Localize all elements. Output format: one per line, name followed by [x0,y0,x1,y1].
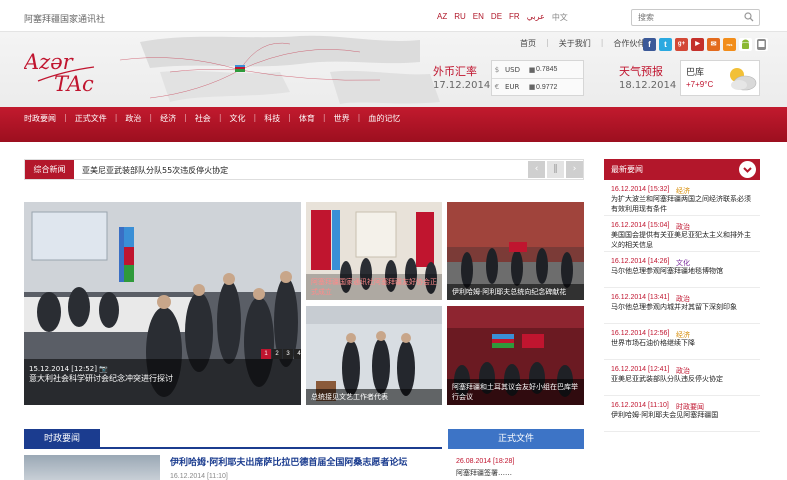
pager-2[interactable]: 2 [272,349,282,359]
nav-item-sports[interactable]: 体育 [299,113,315,124]
lang-zh[interactable]: 中文 [552,12,568,23]
section-official-documents-label[interactable]: 正式文件 [448,429,584,449]
featured-tile-1-caption[interactable]: 阿塞拜疆国家通讯社阿塞拜疆友好协会正式成立 [306,274,442,300]
nav-item-current-news[interactable]: 时政要闻 [24,113,56,124]
nav-item-culture[interactable]: 文化 [230,113,246,124]
nav-item-world[interactable]: 世界 [334,113,350,124]
dollar-icon: $ [494,65,500,74]
lead-story-title[interactable]: 伊利哈姆·阿利耶夫出席萨比拉巴德首届全国阿桑志愿者论坛 [170,455,407,468]
weather-temp: +7+9°C [686,80,714,89]
weather-city: 巴库 [686,68,705,78]
euro-icon: € [494,83,500,91]
lead-story-date: 16.12.2014 [11:10] [170,473,228,480]
facebook-icon[interactable]: f [643,38,656,51]
slider-pager: 1 2 3 4 5 [261,349,301,359]
section-divider [24,447,442,449]
latest-news-title: 最新要闻 [611,165,643,174]
lang-de[interactable]: DE [491,12,502,23]
featured-tile-4[interactable]: 阿塞拜疆和土耳其议会友好小组在巴库举行会议 [447,306,584,405]
lead-story-thumbnail[interactable] [24,455,160,480]
exchange-rate-title[interactable]: 外币汇率 [433,63,477,79]
section-current-news-label[interactable]: 时政要闻 [24,429,100,449]
rate-row-eur: € EUR ■ 0.9772 [492,78,583,95]
featured-main-title[interactable]: 意大利社会科学研讨会纪念冲突进行探讨 [29,374,296,384]
featured-tile-3[interactable]: 总统接见文艺工作者代表 [306,306,442,405]
latest-news-list: 16.12.2014 [15:32] 经济 为扩大波兰和阿塞拜疆两国之间经济联系… [604,180,760,432]
weather-title[interactable]: 天气预报 [619,63,663,79]
twitter-icon[interactable]: t [659,38,672,51]
list-item[interactable]: 16.12.2014 [15:32] 经济 为扩大波兰和阿塞拜疆两国之间经济联系… [604,180,760,216]
featured-main-photo[interactable]: 1 2 3 4 5 15.12.2014 [12:52] 📷 意大利社会科学研讨… [24,202,301,405]
ticker-label: 综合新闻 [25,160,74,179]
search-icon[interactable] [744,12,754,22]
nav-item-society[interactable]: 社会 [195,113,211,124]
site-header: Azər TAc 首页 | 关于我们 | 合作伙伴 f t g+ ▶ ✉ rss… [0,32,787,107]
link-home[interactable]: 首页 [520,38,536,49]
lang-ru[interactable]: RU [454,12,466,23]
featured-tile-2-caption[interactable]: 伊利哈姆·阿利耶夫总统向纪念碑献花 [447,284,584,300]
featured-tile-4-caption[interactable]: 阿塞拜疆和土耳其议会友好小组在巴库举行会议 [447,379,584,405]
latest-news-header: 最新要闻 [604,159,760,180]
pager-4[interactable]: 4 [294,349,301,359]
top-bar: 阿塞拜疆国家通讯社 AZ RU EN DE FR عربي 中文 [0,0,787,32]
lang-az[interactable]: AZ [437,12,447,23]
lang-en[interactable]: EN [473,12,484,23]
featured-tile-2[interactable]: 伊利哈姆·阿利耶夫总统向纪念碑献花 [447,202,584,300]
exchange-rate-box: $ USD ■ 0.7845 € EUR ■ 0.9772 [491,60,584,96]
language-switcher: AZ RU EN DE FR عربي 中文 [437,12,568,23]
header-links: 首页 | 关于我们 | 合作伙伴 [520,38,646,49]
exchange-rate-date: 17.12.2014 [433,80,491,91]
list-item[interactable]: 16.12.2014 [14:26] 文化 马尔他总理参观阿塞拜疆地毯博物馆 [604,252,760,288]
lang-fr[interactable]: FR [509,12,520,23]
site-name: 阿塞拜疆国家通讯社 [24,15,106,25]
cloud-sun-icon [730,68,757,91]
chevron-down-icon[interactable] [739,161,756,178]
google-plus-icon[interactable]: g+ [675,38,688,51]
link-about[interactable]: 关于我们 [559,38,591,49]
nav-item-science[interactable]: 科技 [264,113,280,124]
weather-box: 巴库 +7+9°C [680,60,760,96]
ticker-pause-button[interactable]: ‖ [547,161,564,178]
weather-date: 18.12.2014 [619,80,677,91]
ticker-headline[interactable]: 亚美尼亚武装部队分队55次违反停火协定 [82,165,228,176]
youtube-icon[interactable]: ▶ [691,38,704,51]
logo-text-2: TAc [54,72,94,95]
azertac-logo[interactable]: Azər TAc [24,49,134,95]
link-partners[interactable]: 合作伙伴 [613,38,645,49]
news-ticker: 综合新闻 亚美尼亚武装部队分队55次违反停火协定 ‹ ‖ › [24,159,584,180]
ticker-next-button[interactable]: › [566,161,583,178]
search-input[interactable] [631,9,760,26]
apple-icon[interactable] [755,38,768,51]
featured-tile-1[interactable]: 阿塞拜疆国家通讯社阿塞拜疆友好协会正式成立 [306,202,442,300]
list-item[interactable]: 16.12.2014 [11:10] 时政要闻 伊利哈姆·阿利耶夫会见阿塞拜疆国 [604,396,760,432]
pager-1[interactable]: 1 [261,349,271,359]
official-doc-date: 26.08.2014 [18:28] [456,458,515,465]
lang-ar[interactable]: عربي [527,12,545,23]
list-item[interactable]: 16.12.2014 [15:04] 政治 美国国会提供有关亚美尼亚犯太主义和排… [604,216,760,252]
official-doc-title[interactable]: 阿塞拜疆签署…… [456,468,512,478]
main-nav: 时政要闻 | 正式文件 | 政治 | 经济 | 社会 | 文化 | 科技 | 体育 | 世界 | … [0,107,787,142]
featured-main-date: 15.12.2014 [12:52] [29,365,97,373]
social-links: f t g+ ▶ ✉ rss [643,38,768,51]
camera-icon: 📷 [99,365,108,373]
pager-3[interactable]: 3 [283,349,293,359]
nav-item-politics[interactable]: 政治 [125,113,141,124]
mail-icon[interactable]: ✉ [707,38,720,51]
android-icon[interactable] [739,38,752,51]
list-item[interactable]: 16.12.2014 [13:41] 政治 马尔他总理参观内城并对其留下深刻印象 [604,288,760,324]
rss-icon[interactable]: rss [723,38,736,51]
ticker-prev-button[interactable]: ‹ [528,161,545,178]
nav-item-memory[interactable]: 血的记忆 [368,113,400,124]
logo-text-1: Azər [24,50,75,74]
rate-row-usd: $ USD ■ 0.7845 [492,61,583,78]
featured-main-caption: 15.12.2014 [12:52] 📷 意大利社会科学研讨会纪念冲突进行探讨 [24,359,301,405]
list-item[interactable]: 16.12.2014 [12:56] 经济 世界市场石油价格继续下降 [604,324,760,360]
list-item[interactable]: 16.12.2014 [12:41] 政治 亚美尼亚武装部队分队违反停火协定 [604,360,760,396]
featured-tile-3-caption[interactable]: 总统接见文艺工作者代表 [306,389,442,405]
nav-item-official-documents[interactable]: 正式文件 [75,113,107,124]
nav-item-economy[interactable]: 经济 [160,113,176,124]
